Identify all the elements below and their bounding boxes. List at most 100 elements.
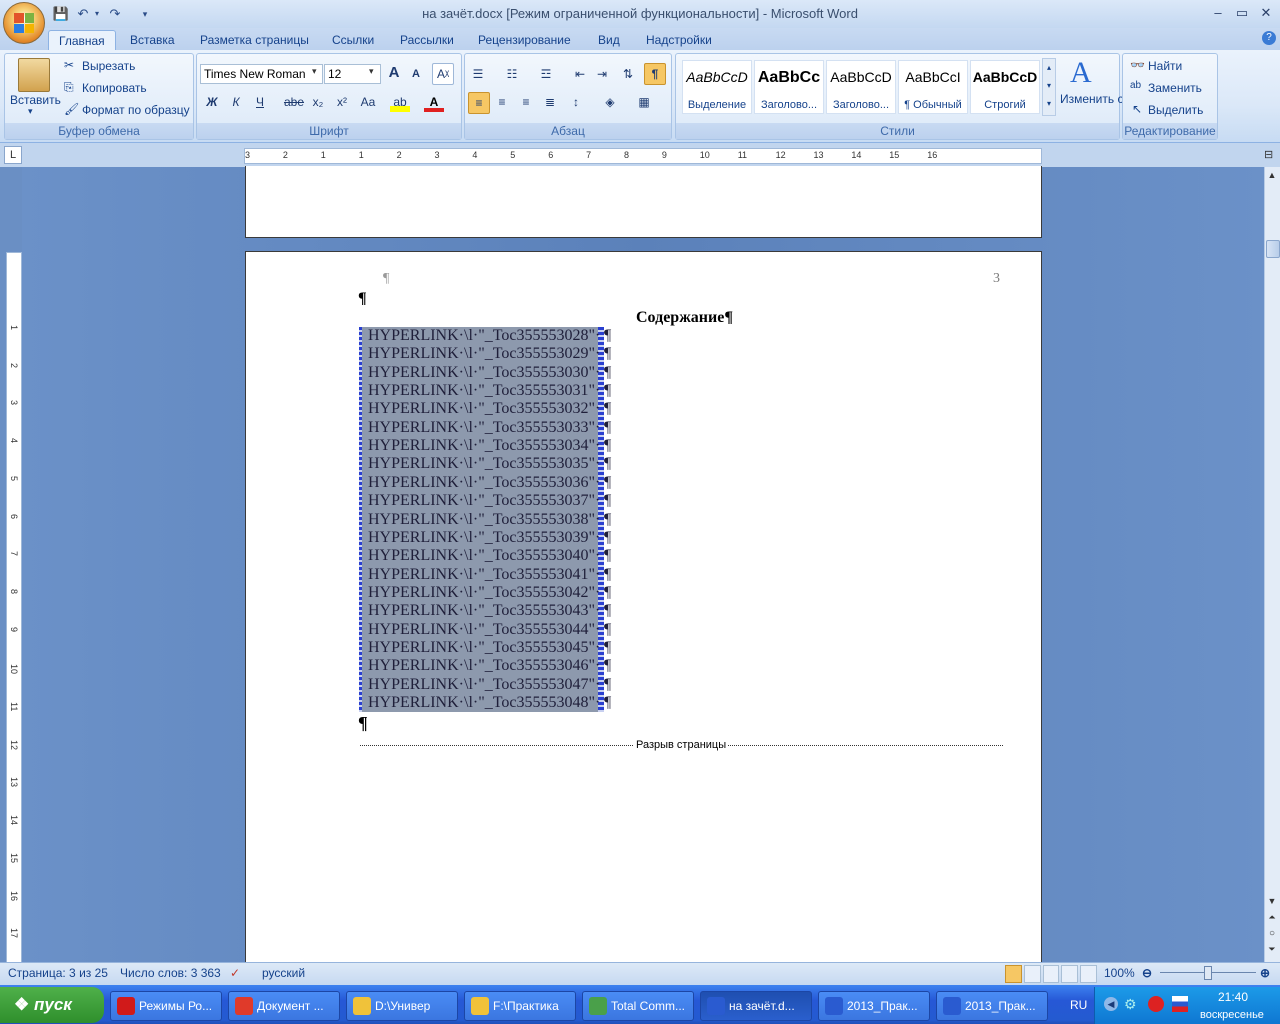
- vertical-ruler[interactable]: 1 2 3 4 5 6 7 8 9 10 11 12 13 14 15 16 17: [6, 252, 22, 964]
- superscript-button[interactable]: x²: [332, 92, 352, 112]
- clock-time[interactable]: 21:40: [1218, 990, 1248, 1004]
- antivirus-icon[interactable]: [1148, 996, 1164, 1012]
- tab-view[interactable]: Вид: [588, 30, 630, 50]
- font-name-dropdown-icon[interactable]: ▾: [312, 66, 317, 77]
- numbering-icon[interactable]: ☷: [502, 64, 522, 84]
- toc-line[interactable]: HYPERLINK·\l·"_Toc355553029"·: [368, 345, 600, 363]
- tab-insert[interactable]: Вставка: [120, 30, 185, 50]
- language-indicator[interactable]: RU: [1070, 998, 1087, 1012]
- print-layout-icon[interactable]: [1005, 965, 1022, 983]
- replace-button[interactable]: Заменить: [1148, 81, 1202, 95]
- change-case-button[interactable]: Aa: [356, 92, 380, 112]
- draft-icon[interactable]: [1080, 965, 1097, 983]
- grow-font-button[interactable]: A: [384, 63, 404, 83]
- toc-line[interactable]: HYPERLINK·\l·"_Toc355553036"·: [368, 474, 600, 492]
- toc-line[interactable]: HYPERLINK·\l·"_Toc355553048"·: [368, 694, 600, 712]
- scroll-thumb[interactable]: [1266, 240, 1280, 258]
- select-button[interactable]: Выделить: [1148, 103, 1203, 117]
- toc-line[interactable]: HYPERLINK·\l·"_Toc355553045"·: [368, 639, 600, 657]
- zoom-out-icon[interactable]: ⊖: [1142, 966, 1152, 980]
- multilevel-list-icon[interactable]: ☲: [536, 64, 556, 84]
- minimize-button[interactable]: –: [1206, 5, 1230, 23]
- office-button[interactable]: [3, 2, 45, 44]
- view-ruler-icon[interactable]: ⊟: [1264, 148, 1278, 162]
- align-left-icon[interactable]: ≡: [468, 92, 490, 114]
- paste-button[interactable]: Вставить: [10, 93, 61, 107]
- shading-icon[interactable]: ◈: [600, 92, 620, 112]
- show-formatting-button[interactable]: ¶: [644, 63, 666, 85]
- toc-line[interactable]: HYPERLINK·\l·"_Toc355553043"·: [368, 602, 600, 620]
- zoom-in-icon[interactable]: ⊕: [1260, 966, 1270, 980]
- toc-line[interactable]: HYPERLINK·\l·"_Toc355553030"·: [368, 364, 600, 382]
- style-normal[interactable]: AaBbCcI ¶ Обычный: [898, 60, 968, 114]
- tab-mailings[interactable]: Рассылки: [390, 30, 464, 50]
- change-styles-button[interactable]: Изменить стили: [1060, 93, 1149, 106]
- align-center-icon[interactable]: ≡: [492, 92, 512, 112]
- tab-review[interactable]: Рецензирование: [468, 30, 581, 50]
- keyboard-layout-icon[interactable]: [1172, 996, 1188, 1012]
- style-heading1[interactable]: AaBbCc Заголово...: [754, 60, 824, 114]
- taskbar-task[interactable]: 2013_Прак...: [936, 991, 1048, 1021]
- toc-line[interactable]: HYPERLINK·\l·"_Toc355553037"·: [368, 492, 600, 510]
- toc-line[interactable]: HYPERLINK·\l·"_Toc355553035"·: [368, 455, 600, 473]
- taskbar-task[interactable]: 2013_Прак...: [818, 991, 930, 1021]
- clear-formatting-icon[interactable]: Aᵡ: [432, 63, 454, 85]
- increase-indent-icon[interactable]: ⇥: [592, 64, 612, 84]
- horizontal-ruler[interactable]: 3 2 1 1 2 3 4 5 6 7 8 9 10 11 12 13 14 15 16: [244, 148, 1042, 164]
- styles-scroll[interactable]: ▴ ▾ ▾: [1042, 58, 1056, 116]
- full-screen-reading-icon[interactable]: [1023, 965, 1041, 983]
- toc-line[interactable]: HYPERLINK·\l·"_Toc355553038"·: [368, 511, 600, 529]
- language-status[interactable]: русский: [262, 966, 305, 980]
- borders-icon[interactable]: ▦: [634, 92, 654, 112]
- taskbar-task[interactable]: Документ ...: [228, 991, 340, 1021]
- toc-line[interactable]: HYPERLINK·\l·"_Toc355553042"·: [368, 584, 600, 602]
- font-size-dropdown-icon[interactable]: ▾: [369, 66, 374, 77]
- toc-line[interactable]: HYPERLINK·\l·"_Toc355553028"·: [368, 327, 600, 345]
- highlight-icon[interactable]: ab: [390, 92, 410, 112]
- style-emphasis[interactable]: AaBbCcD Выделение: [682, 60, 752, 114]
- sort-icon[interactable]: ⇅: [618, 64, 638, 84]
- toc-line[interactable]: HYPERLINK·\l·"_Toc355553032"·: [368, 400, 600, 418]
- find-button[interactable]: Найти: [1148, 59, 1182, 73]
- taskbar-task[interactable]: Режимы Ро...: [110, 991, 222, 1021]
- previous-page[interactable]: [245, 166, 1042, 238]
- toc-line[interactable]: HYPERLINK·\l·"_Toc355553047"·: [368, 676, 600, 694]
- page-count-status[interactable]: Страница: 3 из 25: [8, 966, 108, 980]
- tab-selector-icon[interactable]: L: [4, 146, 22, 164]
- scroll-up-icon[interactable]: ▲: [1265, 170, 1279, 184]
- taskbar-task[interactable]: на зачёт.d...: [700, 991, 812, 1021]
- shrink-font-button[interactable]: A: [406, 64, 426, 84]
- taskbar-task[interactable]: F:\Практика: [464, 991, 576, 1021]
- toc-heading[interactable]: Содержание¶: [636, 309, 733, 327]
- format-painter-button[interactable]: Формат по образцу: [82, 103, 190, 117]
- spelling-icon[interactable]: ✓: [230, 966, 240, 980]
- scroll-down-icon[interactable]: ▼: [1265, 896, 1279, 910]
- style-strong[interactable]: AaBbCcD Строгий: [970, 60, 1040, 114]
- toc-line[interactable]: HYPERLINK·\l·"_Toc355553034"·: [368, 437, 600, 455]
- vertical-scrollbar[interactable]: [1264, 167, 1280, 962]
- font-color-icon[interactable]: A: [424, 92, 444, 112]
- outline-icon[interactable]: [1061, 965, 1079, 983]
- style-heading2[interactable]: AaBbCcD Заголово...: [826, 60, 896, 114]
- toc-line[interactable]: HYPERLINK·\l·"_Toc355553040"·: [368, 547, 600, 565]
- toc-line[interactable]: HYPERLINK·\l·"_Toc355553044"·: [368, 621, 600, 639]
- italic-button[interactable]: К: [226, 92, 246, 112]
- zoom-slider-thumb[interactable]: [1204, 966, 1212, 980]
- network-icon[interactable]: ⚙: [1124, 996, 1137, 1013]
- copy-button[interactable]: Копировать: [82, 81, 147, 95]
- taskbar-task[interactable]: D:\Универ: [346, 991, 458, 1021]
- toc-line[interactable]: HYPERLINK·\l·"_Toc355553039"·: [368, 529, 600, 547]
- toc-line[interactable]: HYPERLINK·\l·"_Toc355553041"·: [368, 566, 600, 584]
- subscript-button[interactable]: x₂: [308, 92, 328, 112]
- align-right-icon[interactable]: ≡: [516, 92, 536, 112]
- font-name-combo[interactable]: Times New Roman: [200, 64, 323, 84]
- justify-icon[interactable]: ≣: [540, 92, 560, 112]
- cut-button[interactable]: Вырезать: [82, 59, 135, 73]
- word-count-status[interactable]: Число слов: 3 363: [120, 966, 221, 980]
- line-spacing-icon[interactable]: ↕: [566, 92, 586, 112]
- toc-line[interactable]: HYPERLINK·\l·"_Toc355553033"·: [368, 419, 600, 437]
- tray-expand-icon[interactable]: ◀: [1104, 997, 1118, 1011]
- maximize-button[interactable]: ▭: [1230, 5, 1254, 23]
- web-layout-icon[interactable]: [1042, 965, 1060, 983]
- paste-icon[interactable]: [18, 58, 50, 92]
